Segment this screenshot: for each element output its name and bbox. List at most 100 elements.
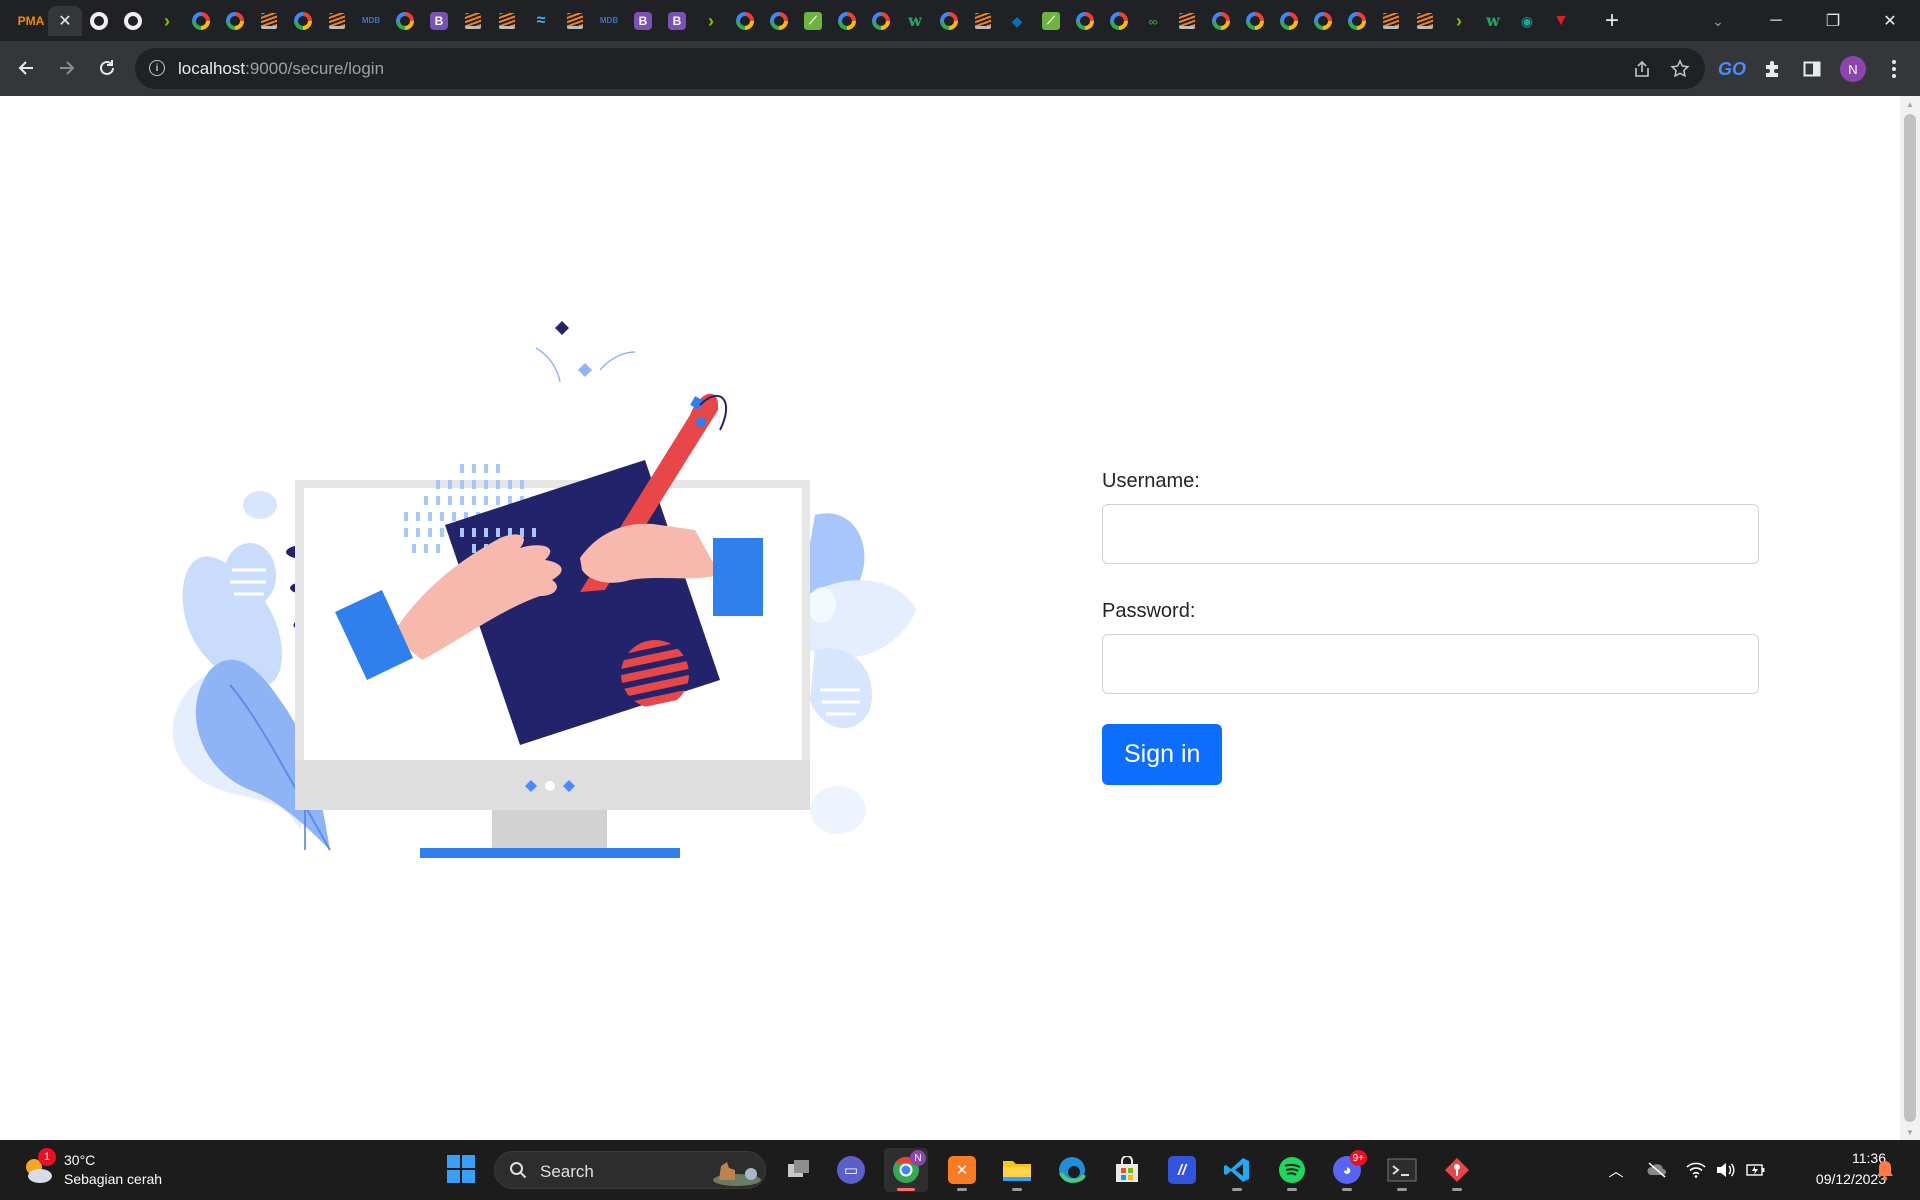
browser-tab[interactable]: › xyxy=(150,6,184,36)
volume-icon[interactable] xyxy=(1713,1158,1737,1182)
teams-chat-app[interactable]: ▭ xyxy=(829,1148,873,1192)
weather-widget[interactable]: 1 30°C Sebagian cerah xyxy=(22,1148,182,1192)
browser-tab[interactable]: MDB xyxy=(354,6,388,36)
browser-tab[interactable] xyxy=(966,6,1000,36)
browser-tab[interactable] xyxy=(286,6,320,36)
browser-tab[interactable] xyxy=(1306,6,1340,36)
browser-tab[interactable] xyxy=(1408,6,1442,36)
restore-button[interactable]: ❐ xyxy=(1805,0,1861,41)
browser-tab[interactable] xyxy=(1374,6,1408,36)
browser-tab[interactable]: PMA xyxy=(14,6,48,36)
browser-tab[interactable] xyxy=(116,6,150,36)
site-info-icon[interactable]: i xyxy=(149,60,165,76)
browser-tab[interactable]: ⟋ xyxy=(1034,6,1068,36)
browser-tab[interactable] xyxy=(1102,6,1136,36)
file-explorer-app[interactable] xyxy=(995,1148,1039,1192)
notification-bell-icon[interactable] xyxy=(1874,1158,1896,1182)
extensions-puzzle-icon[interactable] xyxy=(1758,55,1786,83)
close-window-button[interactable]: ✕ xyxy=(1862,0,1918,41)
browser-tab[interactable] xyxy=(82,6,116,36)
close-icon[interactable]: ✕ xyxy=(58,11,71,31)
minimize-button[interactable]: ─ xyxy=(1748,0,1804,41)
browser-tab[interactable]: B xyxy=(422,6,456,36)
taskbar-search[interactable]: Search xyxy=(494,1151,766,1189)
page-scrollbar[interactable]: ▲ ▼ xyxy=(1900,96,1920,1140)
geeksforgeeks-icon: ∞ xyxy=(1148,13,1158,29)
scroll-down-arrow-icon[interactable]: ▼ xyxy=(1900,1124,1920,1140)
browser-tab[interactable] xyxy=(558,6,592,36)
onedrive-offline-icon[interactable] xyxy=(1645,1158,1669,1182)
spring-icon: ⟋ xyxy=(804,12,822,30)
vscode-app[interactable] xyxy=(1215,1148,1259,1192)
browser-tab[interactable] xyxy=(728,6,762,36)
chrome-app[interactable]: N xyxy=(884,1148,928,1192)
battery-charging-icon[interactable] xyxy=(1744,1158,1768,1182)
browser-tab[interactable] xyxy=(1238,6,1272,36)
browser-tab[interactable] xyxy=(218,6,252,36)
browser-tab[interactable] xyxy=(252,6,286,36)
clock-date[interactable]: 09/12/2023 xyxy=(1780,1171,1886,1187)
profile-avatar[interactable]: N xyxy=(1840,56,1866,82)
browser-tab[interactable] xyxy=(1272,6,1306,36)
xampp-app[interactable]: ✕ xyxy=(940,1148,984,1192)
browser-tab[interactable] xyxy=(1340,6,1374,36)
stackoverflow-icon xyxy=(261,13,277,29)
forward-button[interactable] xyxy=(49,51,83,85)
spotify-app[interactable] xyxy=(1270,1148,1314,1192)
edge-app[interactable] xyxy=(1050,1148,1094,1192)
url-text[interactable]: localhost:9000/secure/login xyxy=(178,59,384,79)
browser-tab[interactable]: B xyxy=(660,6,694,36)
extension-go-icon[interactable]: GO xyxy=(1718,55,1746,83)
discord-app[interactable]: ◕ 9+ xyxy=(1325,1148,1369,1192)
spotify-icon xyxy=(1279,1157,1305,1183)
tab-search-button[interactable]: ⌄ xyxy=(1703,6,1733,36)
username-input[interactable] xyxy=(1102,504,1759,564)
browser-tab[interactable] xyxy=(864,6,898,36)
terminal-app[interactable] xyxy=(1380,1148,1424,1192)
side-panel-icon[interactable] xyxy=(1798,55,1826,83)
browser-tab[interactable] xyxy=(184,6,218,36)
new-tab-button[interactable]: + xyxy=(1597,6,1627,36)
browser-tab[interactable] xyxy=(490,6,524,36)
browser-tab[interactable] xyxy=(456,6,490,36)
browser-tab[interactable]: ∞ xyxy=(1136,6,1170,36)
sign-in-button[interactable]: Sign in xyxy=(1102,724,1223,785)
bookmark-star-icon[interactable] xyxy=(1668,57,1692,81)
browser-tab[interactable]: › xyxy=(1442,6,1476,36)
browser-tab[interactable] xyxy=(1170,6,1204,36)
browser-tab[interactable]: ⟋ xyxy=(796,6,830,36)
microsoft-store-app[interactable] xyxy=(1105,1148,1149,1192)
password-input[interactable] xyxy=(1102,634,1759,694)
git-app[interactable] xyxy=(1435,1148,1479,1192)
address-bar[interactable]: i localhost:9000/secure/login xyxy=(135,48,1705,89)
menu-kebab-icon[interactable] xyxy=(1880,55,1908,83)
scroll-up-arrow-icon[interactable]: ▲ xyxy=(1900,96,1920,112)
browser-tab[interactable] xyxy=(830,6,864,36)
tray-overflow-chevron-icon[interactable]: ︿ xyxy=(1604,1158,1628,1182)
browser-tab[interactable]: B xyxy=(626,6,660,36)
share-icon[interactable] xyxy=(1630,57,1654,81)
browser-tab[interactable]: ≈ xyxy=(524,6,558,36)
browser-tab[interactable]: ▼ xyxy=(1544,6,1578,36)
reload-button[interactable] xyxy=(90,51,124,85)
browser-tab[interactable] xyxy=(388,6,422,36)
scroll-thumb[interactable] xyxy=(1904,114,1916,1122)
taskview-app[interactable] xyxy=(777,1148,821,1192)
browser-tab[interactable]: w xyxy=(898,6,932,36)
browser-tab[interactable] xyxy=(1068,6,1102,36)
browser-tab[interactable]: w xyxy=(1476,6,1510,36)
browser-tab[interactable]: MDB xyxy=(592,6,626,36)
back-button[interactable] xyxy=(10,51,44,85)
browser-tab[interactable]: ◆ xyxy=(1000,6,1034,36)
browser-tab[interactable]: ✕ xyxy=(48,6,82,36)
studio-app[interactable]: // xyxy=(1160,1148,1204,1192)
wifi-icon[interactable] xyxy=(1684,1158,1708,1182)
browser-tab[interactable] xyxy=(1204,6,1238,36)
browser-tab[interactable]: ◉ xyxy=(1510,6,1544,36)
stackoverflow-icon xyxy=(329,13,345,29)
browser-tab[interactable] xyxy=(320,6,354,36)
windows-start-icon[interactable] xyxy=(446,1154,476,1184)
browser-tab[interactable] xyxy=(762,6,796,36)
browser-tab[interactable]: › xyxy=(694,6,728,36)
browser-tab[interactable] xyxy=(932,6,966,36)
